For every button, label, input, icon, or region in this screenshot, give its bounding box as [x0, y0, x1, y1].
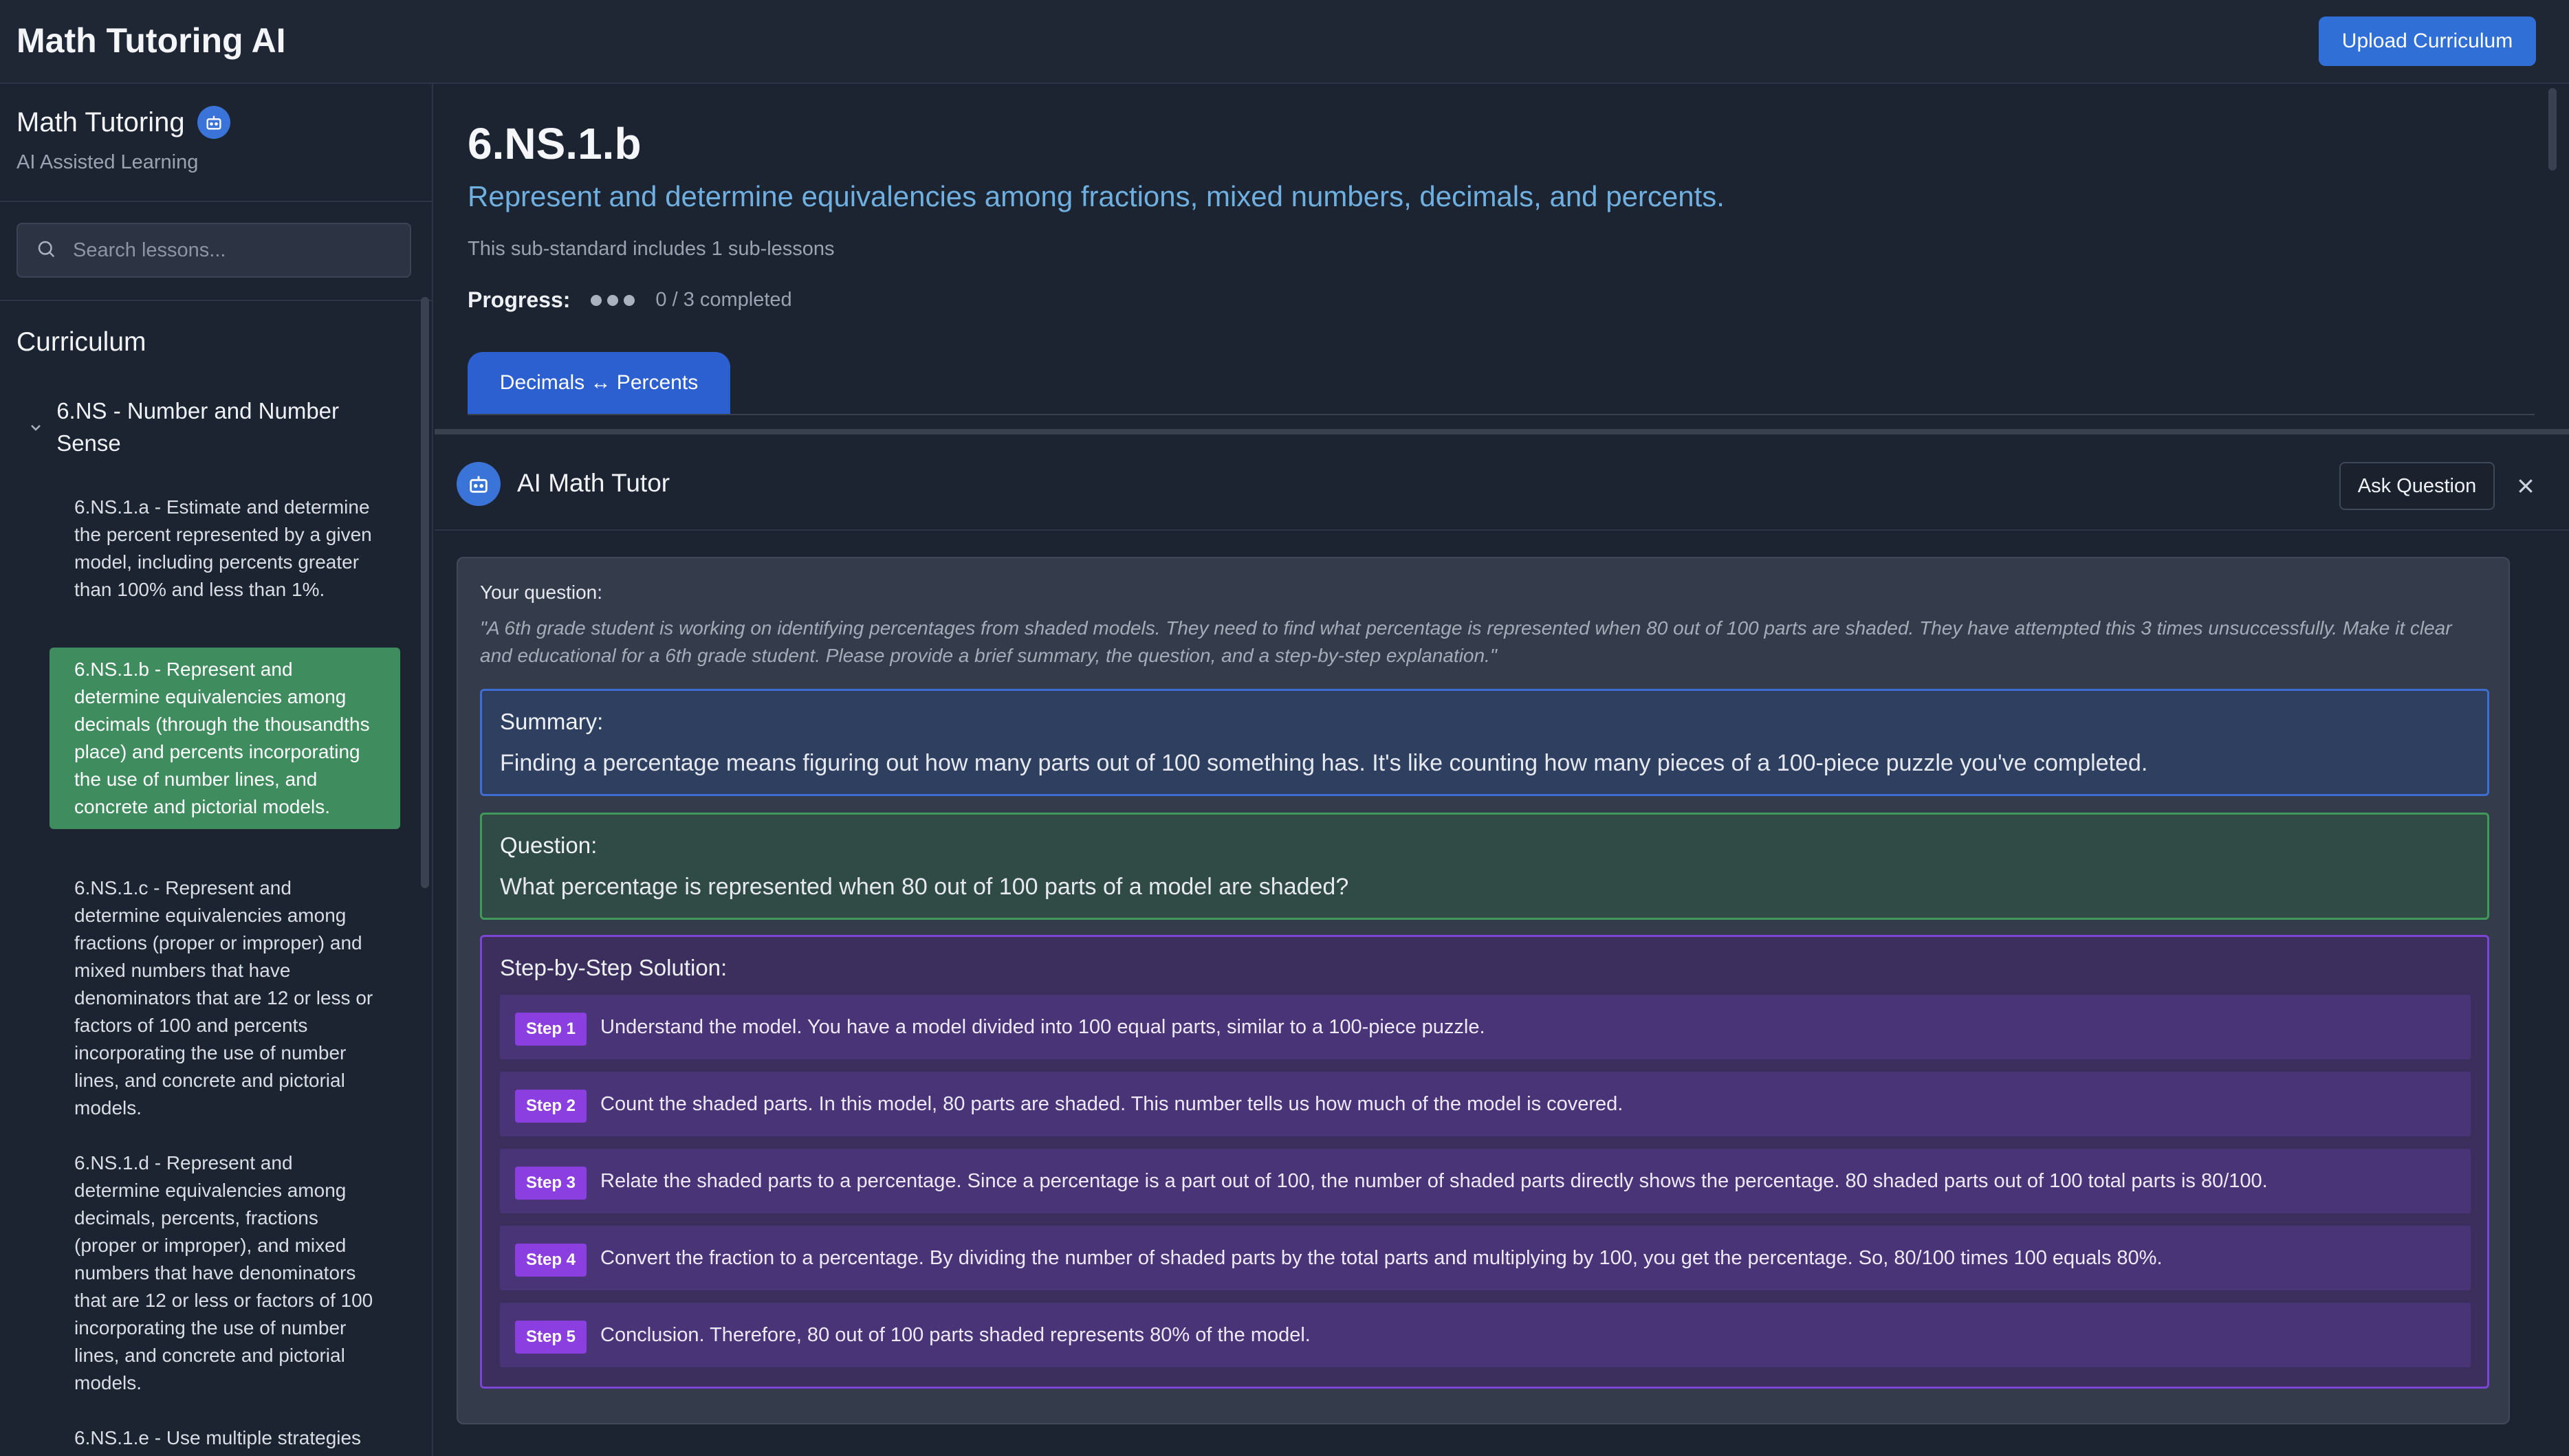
divider	[0, 201, 432, 202]
steps-box: Step-by-Step Solution: Step 1 Understand…	[480, 935, 2489, 1389]
robot-icon	[197, 106, 230, 139]
lesson-item-active[interactable]: 6.NS.1.b - Represent and determine equiv…	[50, 648, 400, 829]
step-badge: Step 2	[515, 1090, 587, 1123]
app-title: Math Tutoring AI	[17, 21, 286, 60]
standard-description: Represent and determine equivalencies am…	[468, 180, 1725, 212]
step-badge: Step 1	[515, 1013, 587, 1046]
your-question-text: "A 6th grade student is working on ident…	[480, 617, 2452, 666]
step-item: Step 2 Count the shaded parts. In this m…	[500, 1072, 2471, 1136]
divider	[0, 300, 432, 301]
steps-title: Step-by-Step Solution:	[500, 955, 728, 980]
tutor-answer-card: Your question: "A 6th grade student is w…	[457, 557, 2510, 1424]
step-text: Relate the shaded parts to a percentage.…	[600, 1169, 2268, 1192]
step-item: Step 4 Convert the fraction to a percent…	[500, 1226, 2471, 1290]
step-badge: Step 5	[515, 1321, 587, 1354]
brand-title: Math Tutoring	[17, 107, 185, 137]
question-text: What percentage is represented when 80 o…	[500, 874, 1349, 900]
tutor-title: AI Math Tutor	[517, 469, 670, 497]
your-question-label: Your question:	[480, 582, 602, 603]
top-bar: Math Tutoring AI Upload Curriculum	[0, 0, 2569, 84]
close-icon[interactable]	[2510, 470, 2541, 502]
section-label: 6.NS - Number and Number Sense	[56, 398, 340, 456]
search-input[interactable]	[73, 239, 403, 262]
section-6ns[interactable]: 6.NS - Number and Number Sense	[28, 395, 385, 459]
tutor-header: AI Math Tutor Ask Question	[435, 434, 2569, 531]
step-text: Conclusion. Therefore, 80 out of 100 par…	[600, 1323, 1311, 1346]
main-content: 6.NS.1.b Represent and determine equival…	[435, 84, 2569, 429]
standard-code: 6.NS.1.b	[468, 119, 642, 168]
step-item: Step 3 Relate the shaded parts to a perc…	[500, 1149, 2471, 1213]
progress-label: Progress:	[468, 287, 571, 312]
lesson-item[interactable]: 6.NS.1.a - Estimate and determine the pe…	[50, 485, 400, 612]
question-title: Question:	[500, 832, 598, 858]
ai-tutor-panel: AI Math Tutor Ask Question Your question…	[435, 429, 2569, 1456]
step-item: Step 5 Conclusion. Therefore, 80 out of …	[500, 1303, 2471, 1367]
main-scrollbar[interactable]	[2548, 88, 2557, 170]
sidebar-scrollbar[interactable]	[421, 297, 429, 888]
substandard-note: This sub-standard includes 1 sub-lessons	[468, 238, 835, 260]
progress-dot	[607, 294, 619, 306]
upload-curriculum-button[interactable]: Upload Curriculum	[2319, 16, 2536, 66]
sidebar: Math Tutoring AI Assisted Learning Curri…	[0, 84, 433, 1456]
step-text: Convert the fraction to a percentage. By…	[600, 1246, 2163, 1269]
robot-icon	[457, 462, 501, 506]
progress-text: 0 / 3 completed	[655, 289, 792, 311]
lesson-item[interactable]: 6.NS.1.c - Represent and determine equiv…	[50, 866, 400, 1130]
step-text: Count the shaded parts. In this model, 8…	[600, 1092, 1624, 1115]
step-item: Step 1 Understand the model. You have a …	[500, 995, 2471, 1059]
sidebar-brand: Math Tutoring	[17, 106, 230, 139]
summary-title: Summary:	[500, 709, 604, 734]
search-box[interactable]	[17, 223, 411, 278]
curriculum-heading: Curriculum	[17, 327, 146, 357]
step-text: Understand the model. You have a model d…	[600, 1015, 1485, 1038]
summary-text: Finding a percentage means figuring out …	[500, 750, 2148, 776]
brand-subtitle: AI Assisted Learning	[17, 151, 199, 173]
progress-dot	[624, 294, 635, 306]
chevron-down-icon	[28, 419, 44, 439]
step-badge: Step 3	[515, 1167, 587, 1200]
ask-question-button[interactable]: Ask Question	[2339, 462, 2495, 510]
tab-underline	[468, 414, 2535, 415]
tab-decimals-percents[interactable]: Decimals ↔ Percents	[468, 352, 730, 414]
progress-dot	[591, 294, 602, 306]
progress-row: Progress: 0 / 3 completed	[468, 287, 792, 313]
lesson-item[interactable]: 6.NS.1.e - Use multiple strategies	[50, 1416, 400, 1456]
step-badge: Step 4	[515, 1244, 587, 1277]
summary-box: Summary: Finding a percentage means figu…	[480, 689, 2489, 796]
search-icon	[36, 239, 56, 263]
lesson-item[interactable]: 6.NS.1.d - Represent and determine equiv…	[50, 1141, 400, 1405]
question-box: Question: What percentage is represented…	[480, 813, 2489, 920]
